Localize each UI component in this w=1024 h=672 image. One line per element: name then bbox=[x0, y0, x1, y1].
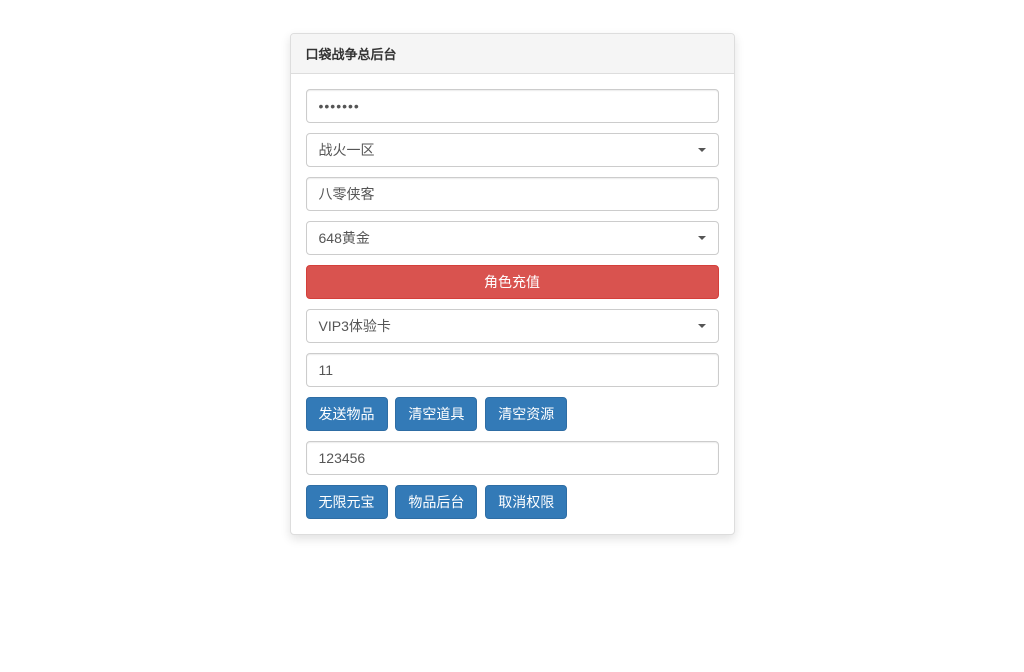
revoke-perm-button[interactable]: 取消权限 bbox=[485, 485, 567, 519]
item-action-row: 发送物品 清空道具 清空资源 bbox=[306, 397, 719, 431]
clear-props-button[interactable]: 清空道具 bbox=[395, 397, 477, 431]
caret-icon bbox=[698, 324, 706, 328]
recharge-button[interactable]: 角色充值 bbox=[306, 265, 719, 299]
caret-icon bbox=[698, 236, 706, 240]
recharge-select-value: 648黄金 bbox=[319, 230, 370, 246]
admin-panel: 口袋战争总后台 ••••••• 战火一区 八零侠客 648黄金 角色充值 VIP… bbox=[290, 33, 735, 535]
card-select[interactable]: VIP3体验卡 bbox=[306, 309, 719, 343]
item-backend-button[interactable]: 物品后台 bbox=[395, 485, 477, 519]
panel-body: ••••••• 战火一区 八零侠客 648黄金 角色充值 VIP3体验卡 11 … bbox=[291, 74, 734, 534]
password-field[interactable]: ••••••• bbox=[306, 89, 719, 123]
recharge-select[interactable]: 648黄金 bbox=[306, 221, 719, 255]
unlimited-gold-button[interactable]: 无限元宝 bbox=[306, 485, 388, 519]
code-input[interactable]: 123456 bbox=[306, 441, 719, 475]
card-select-value: VIP3体验卡 bbox=[319, 318, 391, 334]
role-name-input[interactable]: 八零侠客 bbox=[306, 177, 719, 211]
server-select[interactable]: 战火一区 bbox=[306, 133, 719, 167]
send-item-button[interactable]: 发送物品 bbox=[306, 397, 388, 431]
caret-icon bbox=[698, 148, 706, 152]
perm-action-row: 无限元宝 物品后台 取消权限 bbox=[306, 485, 719, 519]
quantity-input[interactable]: 11 bbox=[306, 353, 719, 387]
panel-title: 口袋战争总后台 bbox=[291, 34, 734, 74]
server-select-value: 战火一区 bbox=[319, 142, 375, 158]
clear-resources-button[interactable]: 清空资源 bbox=[485, 397, 567, 431]
